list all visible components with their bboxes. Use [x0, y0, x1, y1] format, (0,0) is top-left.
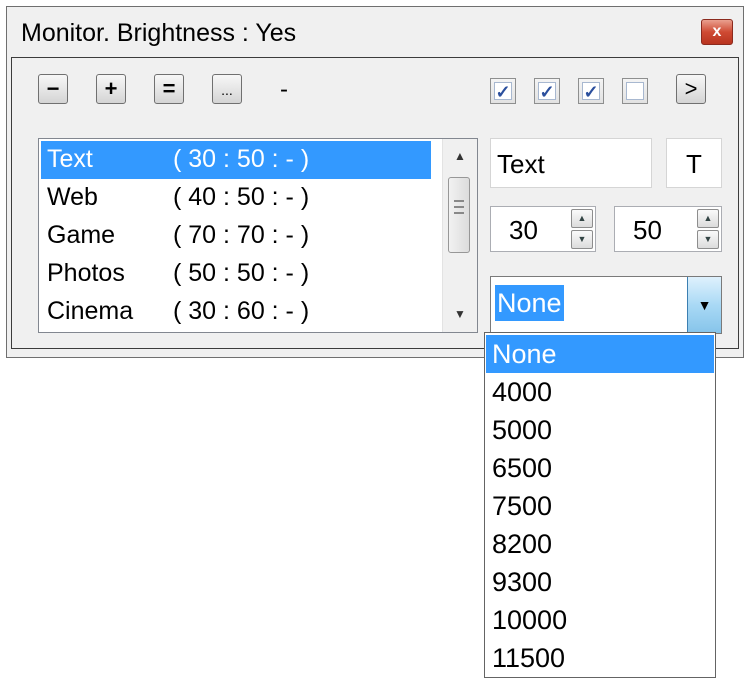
close-button[interactable]: x: [701, 19, 733, 45]
grip-icon: [454, 200, 464, 218]
spin-down-icon[interactable]: ▼: [697, 230, 719, 249]
brightness-stepper[interactable]: 30 ▲ ▼: [490, 206, 596, 252]
color-temp-select[interactable]: None ▼: [490, 276, 722, 334]
spin-up-icon[interactable]: ▲: [697, 209, 719, 228]
list-item[interactable]: Text ( 30 : 50 : - ): [41, 141, 431, 179]
list-item[interactable]: Web ( 40 : 50 : - ): [41, 179, 431, 217]
list-scrollbar[interactable]: ▲ ▼: [442, 139, 477, 332]
dropdown-option[interactable]: 10000: [486, 601, 714, 639]
checkbox-3[interactable]: ✓: [578, 78, 604, 104]
scroll-up-icon[interactable]: ▲: [443, 141, 477, 171]
spin-up-icon[interactable]: ▲: [571, 209, 593, 228]
preset-name-input[interactable]: Text: [490, 138, 652, 188]
checkbox-1[interactable]: ✓: [490, 78, 516, 104]
chevron-down-icon[interactable]: ▼: [687, 277, 721, 333]
checkbox-2[interactable]: ✓: [534, 78, 560, 104]
checkbox-4[interactable]: [622, 78, 648, 104]
scroll-down-icon[interactable]: ▼: [443, 299, 477, 329]
more-options-button[interactable]: ...: [212, 74, 242, 104]
dropdown-option[interactable]: 11500: [486, 639, 714, 677]
title-bar[interactable]: Monitor. Brightness : Yes x: [7, 7, 743, 59]
main-window: Monitor. Brightness : Yes x − + = ... - …: [6, 6, 744, 358]
list-item[interactable]: Game ( 70 : 70 : - ): [41, 217, 431, 255]
combo-selected-value: None: [495, 285, 564, 321]
dropdown-option[interactable]: 5000: [486, 411, 714, 449]
empty-check-icon: [626, 82, 644, 100]
add-preset-button[interactable]: +: [96, 74, 126, 104]
dropdown-option[interactable]: 9300: [486, 563, 714, 601]
check-icon: ✓: [494, 82, 512, 102]
close-icon: x: [712, 23, 722, 40]
dropdown-option[interactable]: None: [486, 335, 714, 373]
spin-down-icon[interactable]: ▼: [571, 230, 593, 249]
list-item[interactable]: Photos ( 50 : 50 : - ): [41, 255, 431, 293]
check-icon: ✓: [582, 82, 600, 102]
color-temp-dropdown: None 4000 5000 6500 7500 8200 9300 10000…: [484, 332, 716, 678]
remove-preset-button[interactable]: −: [38, 74, 68, 104]
dropdown-option[interactable]: 8200: [486, 525, 714, 563]
next-button[interactable]: >: [676, 74, 706, 104]
client-area: − + = ... - ✓ ✓ ✓ > Text ( 30 : 50 : - )…: [11, 57, 739, 349]
dropdown-option[interactable]: 7500: [486, 487, 714, 525]
dropdown-option[interactable]: 6500: [486, 449, 714, 487]
contrast-stepper[interactable]: 50 ▲ ▼: [614, 206, 722, 252]
check-icon: ✓: [538, 82, 556, 102]
status-text: -: [280, 76, 288, 103]
hotkey-input[interactable]: T: [666, 138, 722, 188]
window-title: Monitor. Brightness : Yes: [21, 19, 297, 47]
list-item[interactable]: Cinema ( 30 : 60 : - ): [41, 293, 431, 331]
apply-preset-button[interactable]: =: [154, 74, 184, 104]
dropdown-option[interactable]: 4000: [486, 373, 714, 411]
scroll-thumb[interactable]: [448, 177, 470, 253]
preset-list[interactable]: Text ( 30 : 50 : - ) Web ( 40 : 50 : - )…: [38, 138, 478, 333]
